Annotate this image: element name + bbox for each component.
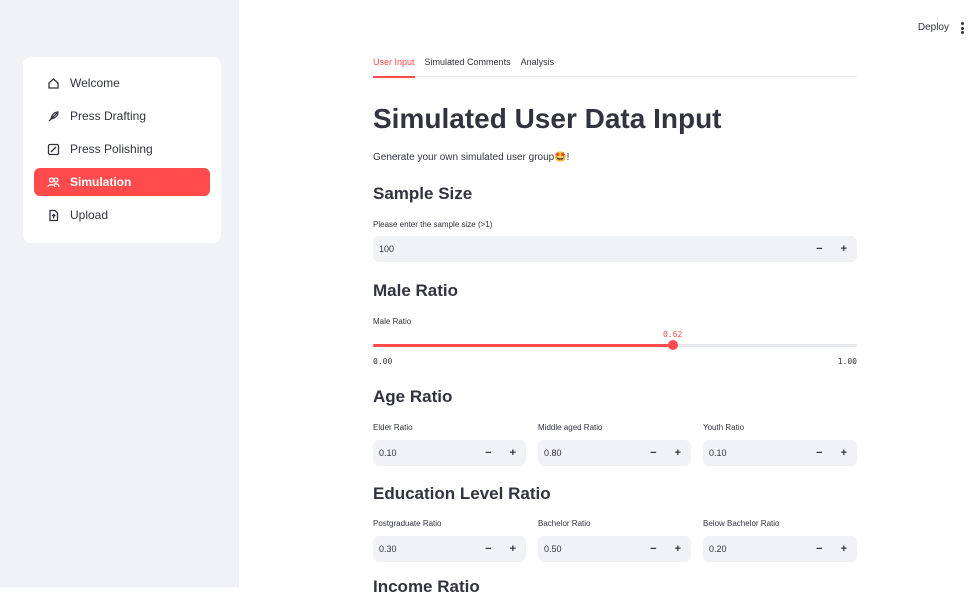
sample-size-value: 100 xyxy=(379,244,395,254)
postgraduate-ratio-input[interactable]: 0.30 − + xyxy=(373,536,526,562)
sidebar-item-simulation[interactable]: Simulation xyxy=(34,168,210,196)
tab-analysis[interactable]: Analysis xyxy=(521,55,555,77)
middle-aged-ratio-label: Middle aged Ratio xyxy=(538,423,603,432)
decrement-button[interactable]: − xyxy=(485,543,491,555)
male-ratio-slider[interactable] xyxy=(373,340,857,350)
deploy-button[interactable]: Deploy xyxy=(918,22,949,33)
below-bachelor-ratio-label: Below Bachelor Ratio xyxy=(703,519,780,528)
file-upload-icon xyxy=(46,208,60,222)
tab-simulated-comments[interactable]: Simulated Comments xyxy=(425,55,511,77)
income-ratio-heading: Income Ratio xyxy=(373,577,480,596)
middle-aged-ratio-input[interactable]: 0.80 − + xyxy=(538,440,691,466)
slider-fill xyxy=(373,344,673,347)
home-icon xyxy=(46,76,60,90)
sample-size-label: Please enter the sample size (>1) xyxy=(373,220,493,229)
bachelor-ratio-label: Bachelor Ratio xyxy=(538,519,591,528)
increment-button[interactable]: + xyxy=(841,543,847,555)
sample-size-input[interactable]: 100 − + xyxy=(373,236,857,262)
increment-button[interactable]: + xyxy=(841,447,847,459)
feather-icon xyxy=(46,109,60,123)
postgraduate-ratio-value: 0.30 xyxy=(379,544,397,554)
youth-ratio-input[interactable]: 0.10 − + xyxy=(703,440,857,466)
decrement-button[interactable]: − xyxy=(485,447,491,459)
edit-box-icon xyxy=(46,142,60,156)
decrement-button[interactable]: − xyxy=(650,447,656,459)
sidebar-item-label: Press Polishing xyxy=(70,142,153,156)
postgraduate-ratio-label: Postgraduate Ratio xyxy=(373,519,442,528)
more-menu-icon[interactable] xyxy=(957,20,967,36)
male-ratio-heading: Male Ratio xyxy=(373,281,459,300)
increment-button[interactable]: + xyxy=(510,543,516,555)
bachelor-ratio-input[interactable]: 0.50 − + xyxy=(538,536,691,562)
elder-ratio-label: Elder Ratio xyxy=(373,423,413,432)
sidebar: Welcome Press Drafting Press Polishing S… xyxy=(0,0,239,587)
decrement-button[interactable]: − xyxy=(816,543,822,555)
bachelor-ratio-value: 0.50 xyxy=(544,544,562,554)
increment-button[interactable]: + xyxy=(675,447,681,459)
youth-ratio-label: Youth Ratio xyxy=(703,423,745,432)
sidebar-item-upload[interactable]: Upload xyxy=(34,201,210,229)
page-description: Generate your own simulated user group🤩! xyxy=(373,152,570,163)
tab-user-input[interactable]: User Input xyxy=(373,55,415,78)
age-ratio-heading: Age Ratio xyxy=(373,387,453,406)
sidebar-item-label: Welcome xyxy=(70,76,120,90)
sidebar-item-press-drafting[interactable]: Press Drafting xyxy=(34,102,210,130)
increment-button[interactable]: + xyxy=(675,543,681,555)
sidebar-item-label: Simulation xyxy=(70,175,132,189)
elder-ratio-input[interactable]: 0.10 − + xyxy=(373,440,526,466)
slider-current-value: 0.62 xyxy=(663,330,683,339)
decrement-button[interactable]: − xyxy=(650,543,656,555)
sidebar-item-press-polishing[interactable]: Press Polishing xyxy=(34,135,210,163)
sidebar-item-welcome[interactable]: Welcome xyxy=(34,69,210,97)
decrement-button[interactable]: − xyxy=(816,447,822,459)
education-ratio-heading: Education Level Ratio xyxy=(373,484,551,503)
sidebar-nav: Welcome Press Drafting Press Polishing S… xyxy=(23,57,221,243)
slider-thumb[interactable] xyxy=(668,340,678,350)
slider-min: 0.00 xyxy=(373,357,393,366)
tab-bar: User Input Simulated Comments Analysis xyxy=(373,55,857,78)
people-icon xyxy=(46,175,60,189)
elder-ratio-value: 0.10 xyxy=(379,448,397,458)
below-bachelor-ratio-value: 0.20 xyxy=(709,544,727,554)
decrement-button[interactable]: − xyxy=(816,243,822,255)
below-bachelor-ratio-input[interactable]: 0.20 − + xyxy=(703,536,857,562)
middle-aged-ratio-value: 0.80 xyxy=(544,448,562,458)
page-title: Simulated User Data Input xyxy=(373,103,722,134)
slider-max: 1.00 xyxy=(837,357,857,366)
increment-button[interactable]: + xyxy=(510,447,516,459)
sidebar-item-label: Upload xyxy=(70,208,109,222)
increment-button[interactable]: + xyxy=(841,243,847,255)
sidebar-item-label: Press Drafting xyxy=(70,109,147,123)
youth-ratio-value: 0.10 xyxy=(709,448,727,458)
male-ratio-label: Male Ratio xyxy=(373,317,412,326)
sample-size-heading: Sample Size xyxy=(373,184,473,203)
